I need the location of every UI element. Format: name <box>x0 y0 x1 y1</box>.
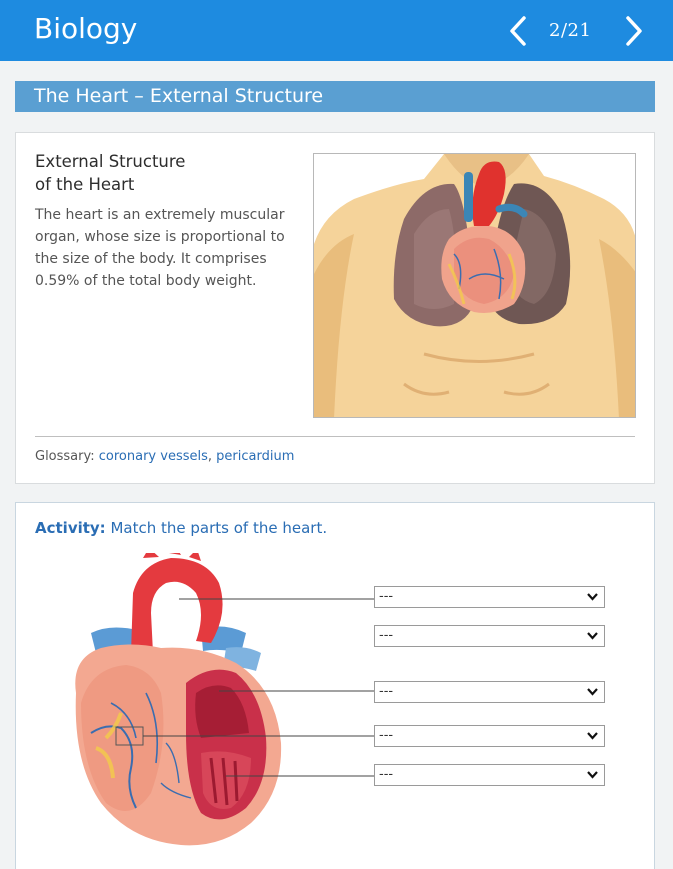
activity-prompt: Activity: Match the parts of the heart. <box>35 519 327 537</box>
select-value: --- <box>379 767 394 782</box>
content-body: The heart is an extremely muscular organ… <box>35 207 285 289</box>
chevron-right-icon <box>626 16 642 46</box>
chevron-down-icon <box>587 593 598 601</box>
section-header: The Heart – External Structure <box>15 81 655 112</box>
next-page-button[interactable] <box>619 14 649 48</box>
chest-illustration <box>314 154 635 417</box>
chevron-down-icon <box>587 632 598 640</box>
glossary-link-pericardium[interactable]: pericardium <box>216 449 294 464</box>
glossary-link-coronary-vessels[interactable]: coronary vessels <box>99 449 208 464</box>
heart-part-select-3[interactable]: --- <box>374 681 605 703</box>
heart-part-select-4[interactable]: --- <box>374 725 605 747</box>
app-bar: Biology 2/21 <box>0 0 673 61</box>
heart-part-select-5[interactable]: --- <box>374 764 605 786</box>
content-card: External Structure of the Heart The hear… <box>15 132 655 484</box>
chevron-down-icon <box>587 688 598 696</box>
section-title: The Heart – External Structure <box>34 85 324 107</box>
select-value: --- <box>379 589 394 604</box>
select-value: --- <box>379 628 394 643</box>
chevron-down-icon <box>587 732 598 740</box>
chevron-left-icon <box>510 16 526 46</box>
previous-page-button[interactable] <box>503 14 533 48</box>
chevron-down-icon <box>587 771 598 779</box>
app-title: Biology <box>34 12 138 45</box>
glossary: Glossary: coronary vessels, pericardium <box>35 449 295 464</box>
glossary-label: Glossary: <box>35 449 95 464</box>
heart-diagram <box>75 553 374 846</box>
select-value: --- <box>379 684 394 699</box>
divider <box>35 436 635 437</box>
activity-label: Activity: <box>35 519 106 537</box>
heart-part-select-1[interactable]: --- <box>374 586 605 608</box>
heart-part-select-2[interactable]: --- <box>374 625 605 647</box>
activity-card: Activity: Match the parts of the heart. <box>15 502 655 869</box>
content-title: External Structure of the Heart <box>35 152 186 194</box>
activity-instruction: Match the parts of the heart. <box>110 519 328 537</box>
chest-heart-illustration <box>313 153 636 418</box>
page-indicator: 2/21 <box>549 20 592 41</box>
select-value: --- <box>379 728 394 743</box>
